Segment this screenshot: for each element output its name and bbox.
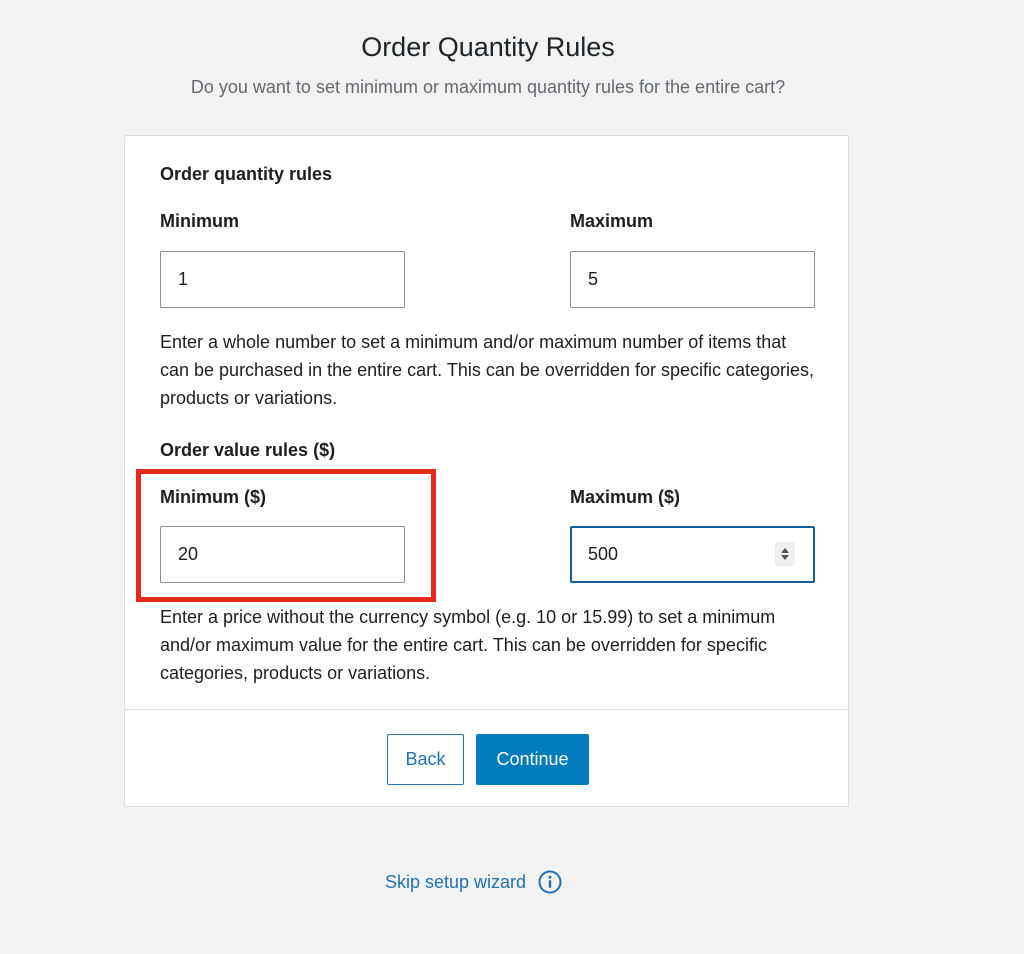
quantity-minimum-label: Minimum	[160, 211, 239, 231]
value-rules-help: Enter a price without the currency symbo…	[160, 607, 776, 683]
stepper-up-icon[interactable]	[781, 548, 789, 553]
info-circle-icon[interactable]	[538, 870, 562, 894]
value-minimum-input[interactable]	[160, 526, 405, 583]
continue-button[interactable]: Continue	[476, 734, 589, 785]
page-subtitle: Do you want to set minimum or maximum qu…	[190, 77, 786, 97]
value-maximum-label: Maximum ($)	[570, 487, 681, 507]
value-minimum-label: Minimum ($)	[160, 487, 266, 507]
stepper-down-icon[interactable]	[781, 555, 789, 560]
quantity-rules-heading: Order quantity rules	[160, 164, 333, 184]
wizard-card: Order quantity rules Minimum Maximum Ent…	[124, 135, 849, 807]
value-maximum-stepper[interactable]	[775, 542, 795, 566]
skip-row: Skip setup wizard	[385, 870, 562, 894]
quantity-maximum-label: Maximum	[570, 211, 654, 231]
quantity-rules-help: Enter a whole number to set a minimum an…	[160, 332, 815, 408]
card-divider	[125, 709, 848, 710]
value-rules-heading: Order value rules ($)	[160, 440, 336, 460]
page-title: Order Quantity Rules	[361, 32, 615, 62]
quantity-minimum-input[interactable]	[160, 251, 405, 308]
skip-setup-wizard-link[interactable]: Skip setup wizard	[385, 872, 526, 893]
back-button[interactable]: Back	[387, 734, 464, 785]
quantity-maximum-input[interactable]	[570, 251, 815, 308]
